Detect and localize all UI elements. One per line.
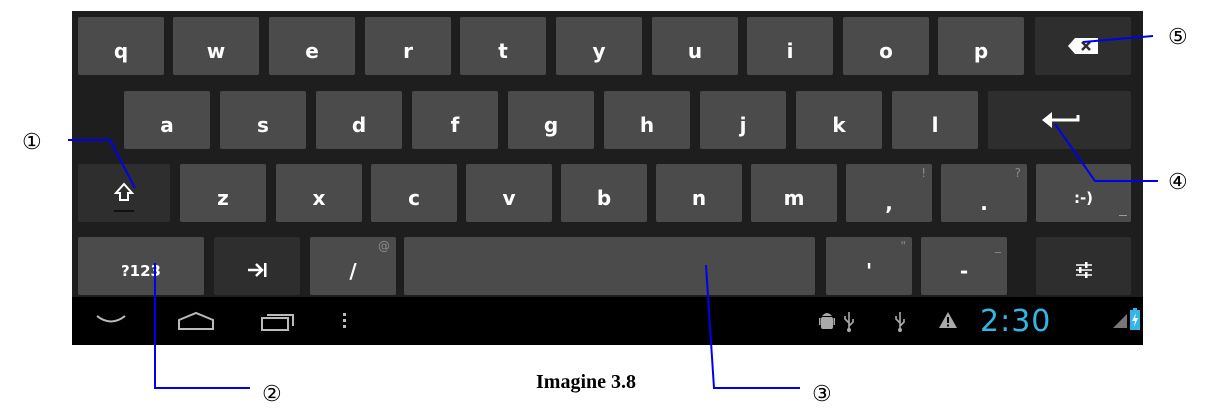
- callout-line-5: [1082, 35, 1154, 43]
- callout-marker-5: ⑤: [1168, 25, 1188, 50]
- callout-line-1: [68, 139, 136, 189]
- callout-line-2: [154, 263, 250, 389]
- callout-lines: [68, 35, 1158, 389]
- callout-line-4: [1054, 123, 1158, 182]
- figure-caption: Imagine 3.8: [536, 371, 636, 393]
- callout-line-3: [705, 264, 800, 389]
- callout-marker-4: ④: [1168, 170, 1188, 195]
- callout-marker-2: ②: [262, 382, 282, 407]
- callout-marker-1: ①: [22, 130, 42, 155]
- callout-marker-3: ③: [812, 382, 832, 407]
